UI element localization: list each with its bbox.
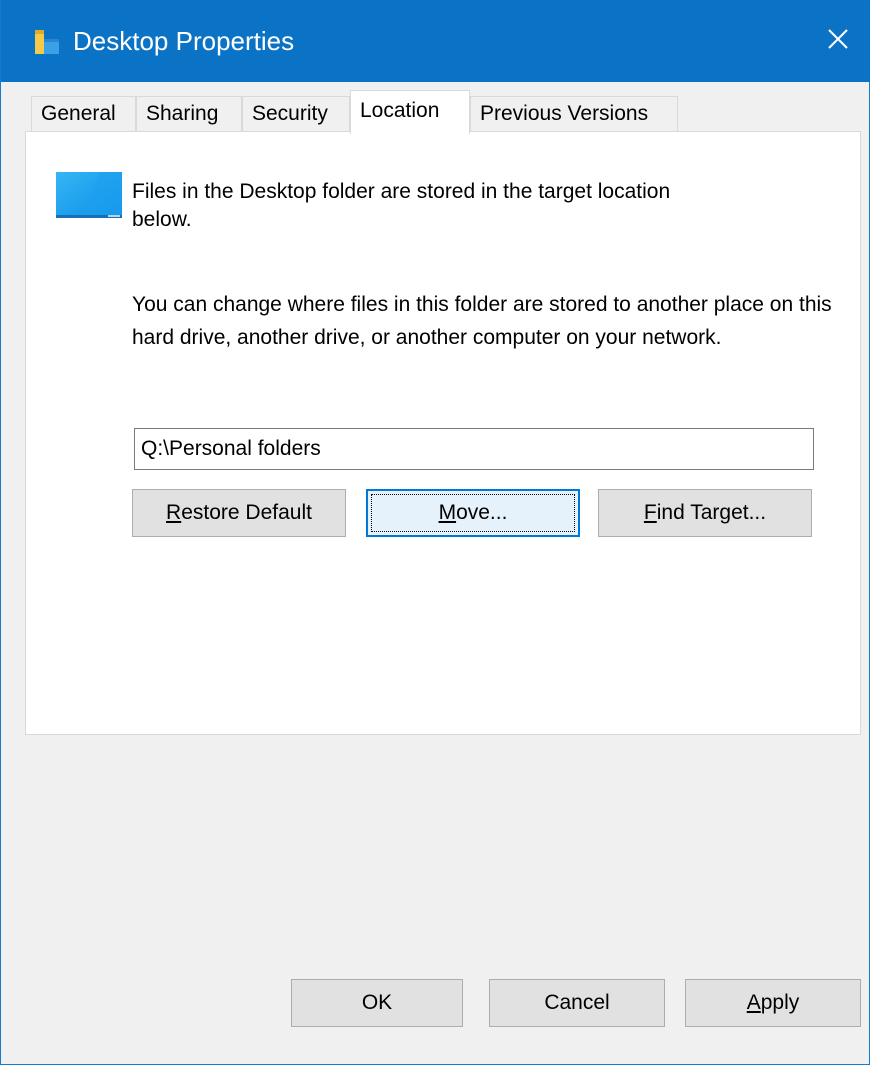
restore-default-button[interactable]: Restore Default xyxy=(132,489,346,537)
ok-button[interactable]: OK xyxy=(291,979,463,1027)
location-description: You can change where files in this folde… xyxy=(132,293,832,349)
tab-location[interactable]: Location xyxy=(350,90,470,134)
location-info-text: Files in the Desktop folder are stored i… xyxy=(132,180,671,231)
title-bar[interactable]: Desktop Properties xyxy=(1,0,870,82)
target-path-input[interactable] xyxy=(134,428,814,470)
tab-security[interactable]: Security xyxy=(242,96,350,133)
tab-general[interactable]: General xyxy=(31,96,136,133)
location-tab-panel: Files in the Desktop folder are stored i… xyxy=(25,131,861,735)
focus-rectangle xyxy=(371,494,575,532)
tab-previous-versions[interactable]: Previous Versions xyxy=(470,96,678,133)
desktop-folder-icon xyxy=(56,172,122,220)
folder-icon xyxy=(33,28,61,56)
find-target-button[interactable]: Find Target... xyxy=(598,489,812,537)
tab-sharing[interactable]: Sharing xyxy=(136,96,242,133)
properties-dialog: Desktop Properties General Sharing Secur… xyxy=(0,0,870,1065)
move-button[interactable]: Move... xyxy=(366,489,580,537)
cancel-button[interactable]: Cancel xyxy=(489,979,665,1027)
apply-button[interactable]: Apply xyxy=(685,979,861,1027)
close-button[interactable] xyxy=(805,0,870,82)
close-icon xyxy=(827,28,849,55)
window-title: Desktop Properties xyxy=(73,26,295,56)
